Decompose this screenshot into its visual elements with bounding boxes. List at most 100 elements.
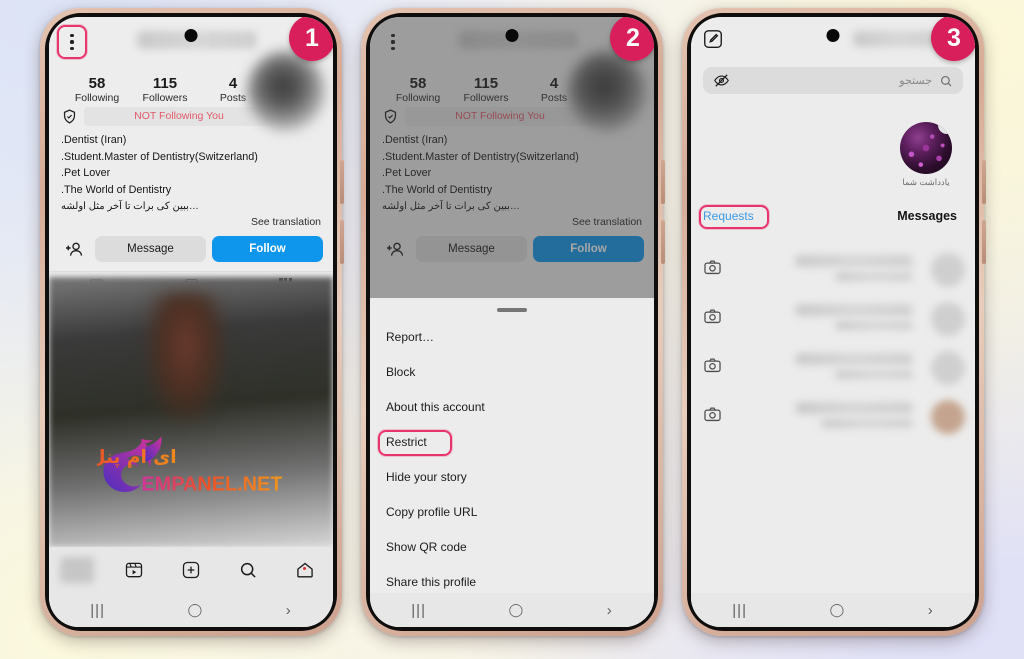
recents-icon[interactable]: ||| bbox=[411, 602, 426, 619]
phone-step-3: جستجو + یادداشت شما Requests Messages ||… bbox=[682, 8, 986, 636]
volume-button[interactable] bbox=[982, 160, 986, 204]
back-icon[interactable]: › bbox=[286, 602, 292, 619]
volume-button[interactable] bbox=[340, 160, 344, 204]
stat-following[interactable]: 58 Following bbox=[63, 75, 131, 105]
stat-label: Followers bbox=[142, 92, 188, 105]
nav-add-post[interactable] bbox=[163, 560, 220, 580]
tutorial-canvas: 58 Following 115 Followers 4 Posts NOT F… bbox=[0, 0, 1024, 659]
bottom-navigation bbox=[49, 547, 333, 593]
instagram-profile-page: 58 Following 115 Followers 4 Posts NOT F… bbox=[49, 17, 333, 627]
phone-1-screen: 58 Following 115 Followers 4 Posts NOT F… bbox=[49, 17, 333, 627]
avatar bbox=[931, 302, 965, 336]
profile-actions: Message Follow bbox=[49, 228, 333, 263]
plus-icon[interactable]: + bbox=[938, 122, 952, 134]
tab-requests[interactable]: Requests bbox=[703, 209, 754, 223]
power-button[interactable] bbox=[340, 220, 344, 264]
stat-label: Following bbox=[74, 92, 120, 105]
menu-item-hide-your-story[interactable]: Hide your story bbox=[370, 460, 654, 495]
list-item[interactable] bbox=[691, 294, 975, 343]
nav-reels[interactable] bbox=[106, 560, 163, 580]
list-item[interactable] bbox=[691, 392, 975, 441]
menu-item-report[interactable]: Report… bbox=[370, 320, 654, 355]
camera-icon[interactable] bbox=[703, 258, 722, 277]
action-sheet: Report… Block About this account Restric… bbox=[370, 298, 654, 627]
bio-line: .Dentist (Iran) bbox=[61, 133, 127, 146]
menu-item-copy-profile-url[interactable]: Copy profile URL bbox=[370, 495, 654, 530]
stat-value: 115 bbox=[152, 75, 178, 92]
shield-check-icon bbox=[63, 109, 76, 124]
status-badge: NOT Following You bbox=[84, 106, 274, 126]
note-label: یادداشت شما bbox=[902, 177, 950, 187]
account-name-blurred bbox=[853, 31, 943, 47]
camera-icon[interactable] bbox=[703, 356, 722, 375]
compose-icon[interactable] bbox=[702, 28, 724, 50]
conversation-name-blurred bbox=[795, 304, 913, 316]
see-translation-link[interactable]: See translation bbox=[49, 216, 333, 228]
add-person-icon[interactable] bbox=[59, 236, 89, 262]
bio-line: .The World of Dentistry bbox=[61, 184, 172, 197]
dm-tabs: Requests Messages bbox=[691, 205, 975, 235]
menu-item-about-this-account[interactable]: About this account bbox=[370, 390, 654, 425]
phone-step-2: 58 Following 115 Followers 4 Posts NOT F… bbox=[361, 8, 665, 636]
your-note[interactable]: + یادداشت شما bbox=[895, 122, 957, 188]
avatar bbox=[931, 253, 965, 287]
android-system-nav: ||| ◯ › bbox=[49, 593, 333, 627]
tab-messages[interactable]: Messages bbox=[897, 209, 957, 223]
reels-icon bbox=[126, 562, 143, 578]
search-input[interactable]: جستجو bbox=[703, 67, 963, 94]
message-button[interactable]: Message bbox=[95, 236, 206, 263]
step-number-badge: 3 bbox=[931, 17, 975, 61]
conversation-preview-blurred bbox=[835, 272, 913, 281]
home-icon[interactable]: ◯ bbox=[830, 602, 846, 618]
nav-profile[interactable] bbox=[49, 557, 106, 583]
back-icon[interactable]: › bbox=[607, 602, 613, 619]
home-icon[interactable]: ◯ bbox=[188, 602, 204, 618]
scrim-overlay[interactable] bbox=[370, 17, 654, 298]
bio-line-rtl: …ببین کی برات تا آخر مثل اولشه bbox=[61, 200, 199, 212]
home-icon[interactable]: ◯ bbox=[509, 602, 525, 618]
stat-value: 58 bbox=[88, 75, 106, 92]
menu-item-label: Restrict bbox=[386, 435, 427, 449]
avatar bbox=[931, 400, 965, 434]
avatar bbox=[931, 351, 965, 385]
direct-messages-page: جستجو + یادداشت شما Requests Messages ||… bbox=[691, 17, 975, 627]
android-system-nav: ||| ◯ › bbox=[691, 593, 975, 627]
nav-search[interactable] bbox=[219, 560, 276, 580]
post-grid-blurred[interactable] bbox=[49, 277, 333, 547]
nav-home[interactable] bbox=[276, 560, 333, 580]
bio-line: .Pet Lover bbox=[61, 167, 111, 180]
back-icon[interactable]: › bbox=[928, 602, 934, 619]
search-icon bbox=[240, 562, 256, 578]
front-camera-punchhole bbox=[505, 29, 519, 42]
profile-avatar[interactable] bbox=[247, 51, 325, 131]
phone-step-1: 58 Following 115 Followers 4 Posts NOT F… bbox=[40, 8, 344, 636]
kebab-menu-icon[interactable] bbox=[59, 27, 85, 57]
front-camera-punchhole bbox=[826, 29, 840, 42]
profile-avatar bbox=[60, 557, 95, 583]
menu-item-block[interactable]: Block bbox=[370, 355, 654, 390]
front-camera-punchhole bbox=[184, 29, 198, 42]
volume-button[interactable] bbox=[661, 160, 665, 204]
power-button[interactable] bbox=[661, 220, 665, 264]
menu-item-show-qr-code[interactable]: Show QR code bbox=[370, 530, 654, 565]
recents-icon[interactable]: ||| bbox=[90, 602, 105, 619]
step-number-badge: 2 bbox=[610, 17, 654, 61]
camera-icon[interactable] bbox=[703, 307, 722, 326]
profile-bio: .Dentist (Iran) .Student.Master of Denti… bbox=[49, 126, 333, 214]
phone-3-screen: جستجو + یادداشت شما Requests Messages ||… bbox=[691, 17, 975, 627]
search-placeholder: جستجو bbox=[899, 75, 932, 87]
bio-line: .Student.Master of Dentistry(Switzerland… bbox=[61, 150, 258, 163]
add-post-icon bbox=[182, 561, 200, 579]
recents-icon[interactable]: ||| bbox=[732, 602, 747, 619]
camera-icon[interactable] bbox=[703, 405, 722, 424]
menu-item-restrict[interactable]: Restrict bbox=[370, 425, 654, 460]
power-button[interactable] bbox=[982, 220, 986, 264]
list-item[interactable] bbox=[691, 343, 975, 392]
stat-followers[interactable]: 115 Followers bbox=[131, 75, 199, 105]
follow-button[interactable]: Follow bbox=[212, 236, 323, 263]
conversation-preview-blurred bbox=[835, 321, 913, 330]
eye-off-icon[interactable] bbox=[713, 72, 730, 89]
list-item[interactable] bbox=[691, 245, 975, 294]
conversation-list bbox=[691, 245, 975, 593]
note-avatar[interactable]: + bbox=[900, 122, 952, 174]
